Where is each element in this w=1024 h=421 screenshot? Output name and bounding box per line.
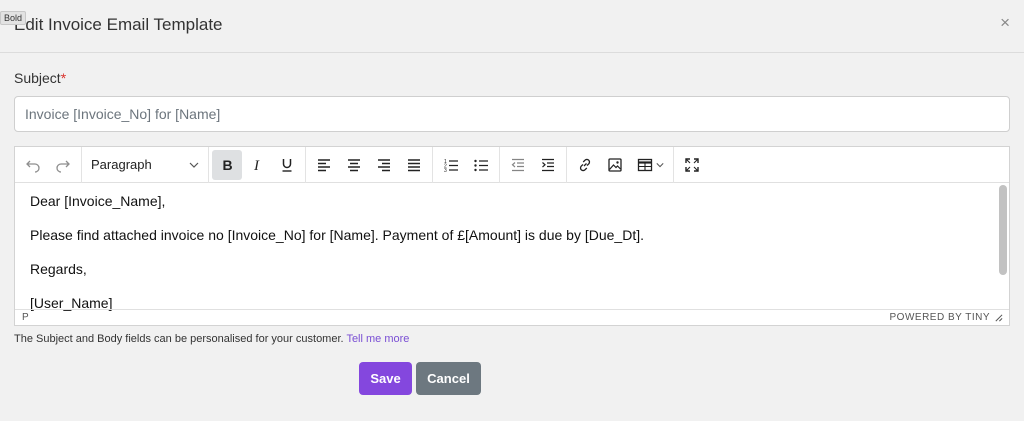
chevron-down-icon [655, 162, 664, 167]
align-justify-button[interactable] [399, 150, 429, 180]
numbered-list-icon: 123 [444, 159, 458, 173]
list-group: 123 [433, 146, 500, 183]
align-right-button[interactable] [369, 150, 399, 180]
required-mark: * [60, 70, 67, 86]
outdent-button[interactable] [503, 150, 533, 180]
indent-icon [542, 158, 554, 171]
formatting-group: B I [209, 146, 306, 183]
fullscreen-icon [685, 157, 699, 172]
help-text-body: The Subject and Body fields can be perso… [14, 333, 344, 345]
content-paragraph: Please find attached invoice no [Invoice… [30, 227, 644, 243]
link-button[interactable] [570, 150, 600, 180]
svg-text:B: B [223, 157, 233, 173]
edit-template-modal: Bold Edit Invoice Email Template × Subje… [0, 0, 1024, 421]
bullet-list-button[interactable] [466, 150, 496, 180]
indent-button[interactable] [533, 150, 563, 180]
subject-label: Subject* [14, 70, 66, 86]
help-text: The Subject and Body fields can be perso… [14, 333, 409, 345]
align-left-button[interactable] [309, 150, 339, 180]
close-button[interactable]: × [1000, 14, 1010, 32]
cancel-button[interactable]: Cancel [416, 362, 481, 395]
insert-group [567, 146, 674, 183]
undo-button[interactable] [18, 150, 48, 180]
link-icon [579, 158, 591, 171]
alignment-group [306, 146, 433, 183]
block-format-dropdown[interactable]: Paragraph [85, 150, 205, 180]
image-button[interactable] [600, 150, 630, 180]
view-group [674, 147, 710, 183]
table-icon [637, 158, 652, 171]
bold-tooltip: Bold [0, 11, 27, 25]
block-format-value: Paragraph [91, 157, 152, 172]
redo-icon [56, 160, 70, 173]
content-paragraph: Dear [Invoice_Name], [30, 193, 166, 209]
bullet-list-icon [474, 159, 488, 171]
subject-label-text: Subject [14, 70, 61, 86]
redo-button[interactable] [48, 150, 78, 180]
image-icon [608, 157, 622, 172]
fullscreen-button[interactable] [677, 150, 707, 180]
content-paragraph: Regards, [30, 261, 87, 277]
chevron-down-icon [189, 162, 199, 168]
save-button[interactable]: Save [359, 362, 412, 395]
bold-button[interactable]: B [212, 149, 242, 180]
subject-input[interactable] [14, 96, 1010, 132]
tell-me-more-link[interactable]: Tell me more [346, 333, 409, 345]
numbered-list-button[interactable]: 123 [436, 150, 466, 180]
resize-handle-icon[interactable] [994, 313, 1003, 322]
modal-title: Edit Invoice Email Template [14, 15, 223, 34]
align-left-icon [318, 158, 330, 171]
indent-group [500, 146, 567, 183]
align-right-icon [378, 158, 390, 171]
svg-text:3: 3 [444, 168, 447, 173]
editor-toolbar: Paragraph B I 1 2 3 [15, 146, 1009, 183]
italic-button[interactable]: I [242, 150, 272, 180]
status-right: POWERED BY TINY [890, 312, 1003, 323]
history-group [15, 146, 82, 183]
element-path[interactable]: P [22, 312, 29, 323]
bold-icon: B [223, 157, 233, 173]
align-center-icon [348, 158, 360, 171]
powered-by-label[interactable]: POWERED BY TINY [890, 312, 990, 323]
underline-button[interactable] [272, 150, 302, 180]
editor-body[interactable]: Dear [Invoice_Name], Please find attache… [15, 183, 1009, 311]
align-center-button[interactable] [339, 150, 369, 180]
svg-text:I: I [253, 158, 260, 173]
align-justify-icon [408, 158, 420, 171]
italic-icon: I [253, 158, 260, 173]
undo-icon [26, 160, 40, 173]
outdent-icon [511, 158, 524, 171]
underline-icon [282, 158, 292, 172]
modal-header: Bold Edit Invoice Email Template × [0, 0, 1024, 53]
rich-text-editor: Paragraph B I 1 2 3 Dear [Invoice_Name],… [14, 146, 1010, 326]
table-button[interactable] [630, 150, 670, 180]
editor-statusbar: P POWERED BY TINY [15, 309, 1009, 325]
editor-scrollbar[interactable] [999, 185, 1007, 275]
block-format-group: Paragraph [82, 146, 209, 183]
